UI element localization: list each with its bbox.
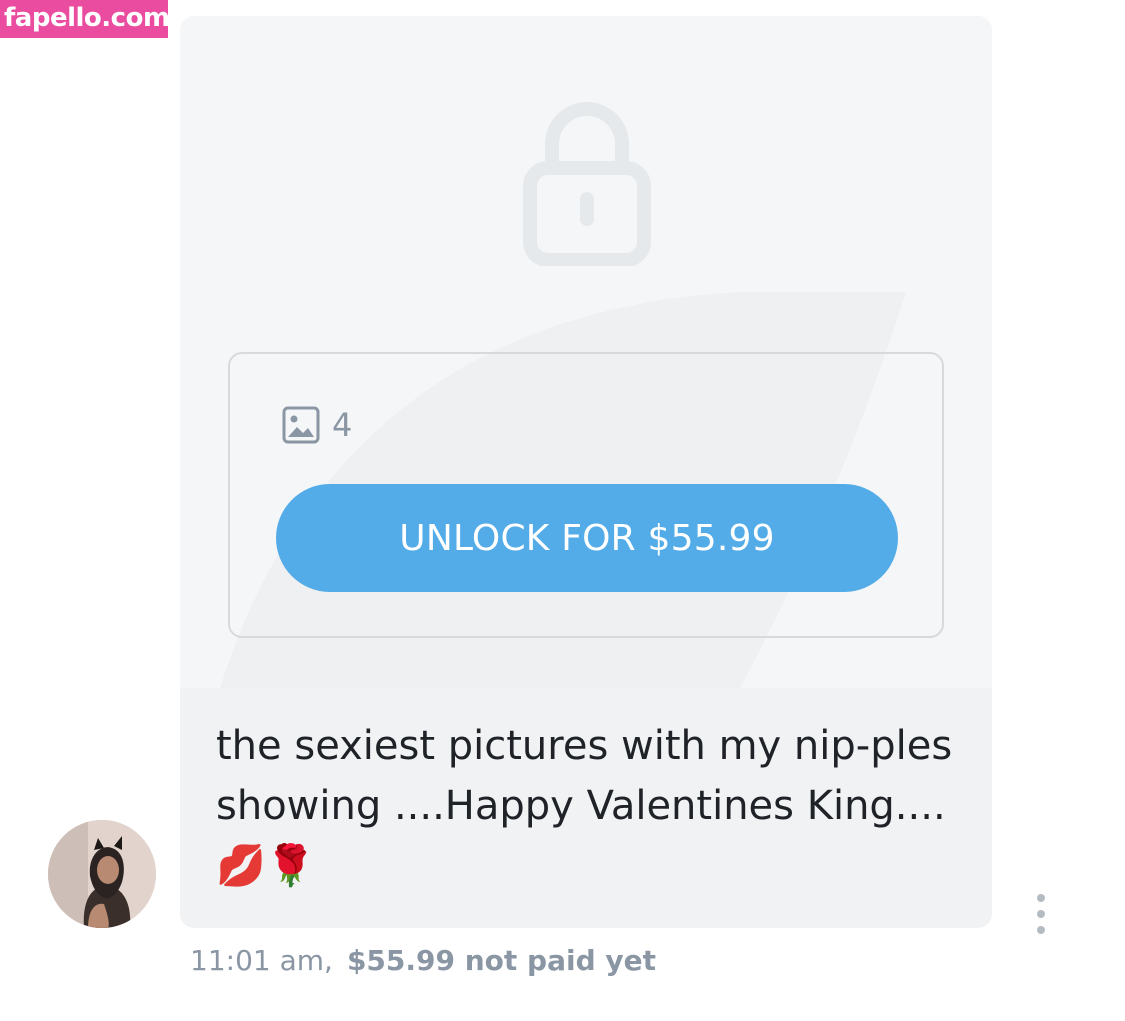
media-count-label: 4 <box>332 406 353 444</box>
more-vertical-icon[interactable] <box>1032 894 1050 934</box>
message-bubble: 4 UNLOCK FOR $55.99 the sexiest pictures… <box>180 16 992 928</box>
image-icon <box>282 406 320 444</box>
lock-icon <box>523 102 651 266</box>
watermark: fapello.com <box>0 0 170 38</box>
locked-media-preview: 4 UNLOCK FOR $55.99 <box>180 16 992 688</box>
message-time: 11:01 am, <box>190 944 333 977</box>
message-meta: 11:01 am, $55.99 not paid yet <box>190 944 656 977</box>
unlock-card: 4 UNLOCK FOR $55.99 <box>228 352 944 638</box>
message-text: the sexiest pictures with my nip-ples sh… <box>216 723 953 889</box>
user-avatar <box>48 820 156 928</box>
unlock-button[interactable]: UNLOCK FOR $55.99 <box>276 484 898 592</box>
media-count: 4 <box>282 406 352 444</box>
sender-avatar[interactable] <box>48 820 156 928</box>
price-status: $55.99 not paid yet <box>346 944 656 977</box>
